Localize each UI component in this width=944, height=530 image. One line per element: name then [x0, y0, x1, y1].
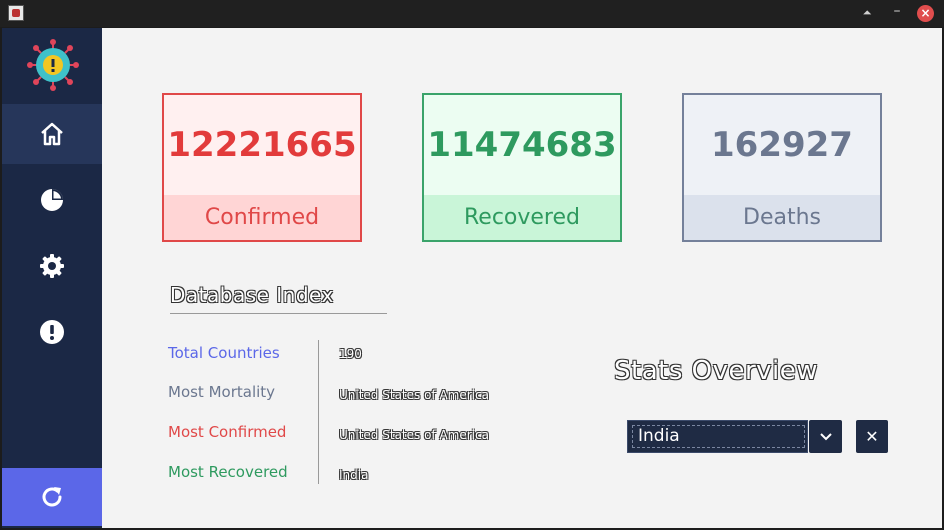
total-countries-label: Total Countries: [168, 344, 280, 362]
divider: [318, 340, 319, 484]
most-mortality-value: United States of America: [339, 388, 489, 402]
refresh-button[interactable]: [2, 468, 102, 526]
pie-chart-icon: [41, 189, 63, 211]
sidebar-item-about[interactable]: [2, 302, 102, 362]
country-select-value[interactable]: India: [632, 425, 805, 448]
sidebar: [2, 28, 102, 528]
home-icon: [41, 122, 63, 146]
stats-overview-title: Stats Overview: [614, 356, 819, 386]
gear-icon: [40, 254, 64, 278]
deaths-label: Deaths: [684, 195, 880, 240]
minimize-icon[interactable]: –: [888, 4, 906, 22]
title-bar: ⏶ – ×: [0, 0, 944, 27]
main-panel: 12221665 Confirmed 11474683 Recovered 16…: [102, 28, 942, 528]
sidebar-item-settings[interactable]: [2, 236, 102, 296]
maximize-icon[interactable]: ⏶: [858, 4, 876, 22]
confirmed-card: 12221665 Confirmed: [162, 93, 362, 242]
close-x-icon: ✕: [865, 427, 879, 446]
database-index-title: Database Index: [170, 283, 387, 314]
chevron-down-icon: [819, 432, 832, 440]
most-recovered-label: Most Recovered: [168, 463, 288, 481]
recovered-count: 11474683: [427, 125, 617, 165]
country-select[interactable]: India: [627, 420, 808, 453]
confirmed-label: Confirmed: [164, 195, 360, 240]
alert-icon: [40, 320, 64, 344]
clear-selection-button[interactable]: ✕: [856, 420, 888, 453]
refresh-icon: [42, 487, 62, 507]
deaths-count: 162927: [711, 125, 853, 165]
sidebar-item-stats[interactable]: [2, 170, 102, 230]
sidebar-item-home[interactable]: [2, 104, 102, 164]
most-confirmed-value: United States of America: [339, 428, 489, 442]
most-confirmed-label: Most Confirmed: [168, 423, 287, 441]
virus-logo-icon: [27, 39, 79, 91]
confirmed-count: 12221665: [167, 125, 357, 165]
most-mortality-label: Most Mortality: [168, 383, 276, 401]
close-icon[interactable]: ×: [917, 5, 934, 22]
total-countries-value: 190: [339, 347, 362, 361]
app-icon: [8, 5, 24, 21]
most-recovered-value: India: [339, 468, 369, 482]
country-dropdown-button[interactable]: [809, 420, 842, 453]
recovered-label: Recovered: [424, 195, 620, 240]
recovered-card: 11474683 Recovered: [422, 93, 622, 242]
deaths-card: 162927 Deaths: [682, 93, 882, 242]
